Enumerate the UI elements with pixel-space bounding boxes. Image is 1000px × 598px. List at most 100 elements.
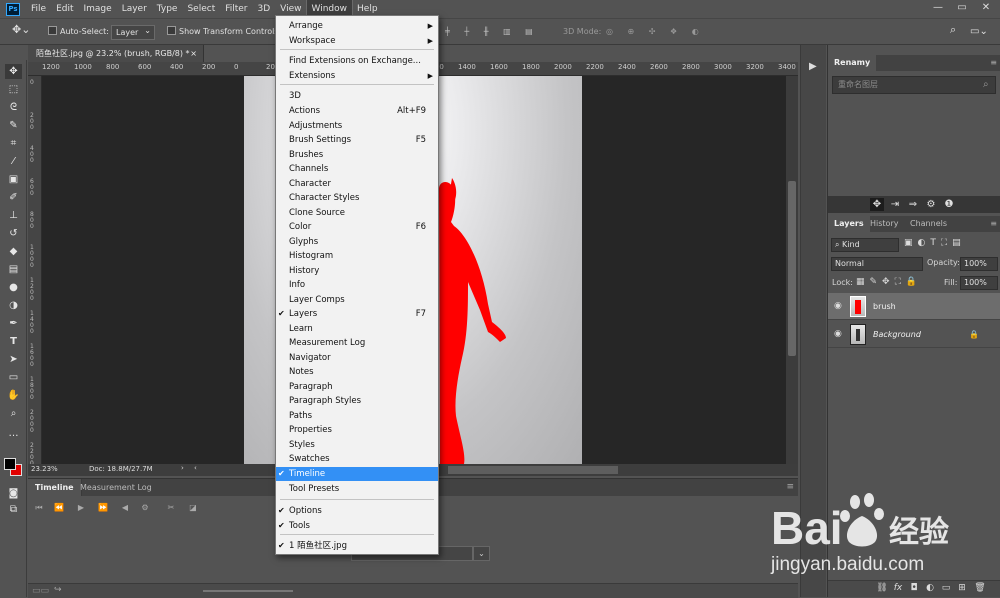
menu-type[interactable]: Type <box>152 0 183 18</box>
chevron-right-icon[interactable]: › <box>181 464 184 472</box>
menu-item-tools[interactable]: ✔ Tools <box>276 519 438 533</box>
menu-edit[interactable]: Edit <box>51 0 78 18</box>
menu-item-histogram[interactable]: Histogram <box>276 249 438 263</box>
panel-menu-icon[interactable]: ≡ <box>990 55 997 71</box>
info-icon[interactable]: ❶ <box>942 198 956 211</box>
menu-item-options[interactable]: ✔ Options <box>276 504 438 518</box>
brush-tool-icon[interactable]: ✐ <box>5 190 22 205</box>
next-frame-icon[interactable]: ⏩ <box>96 503 110 517</box>
play-icon[interactable]: ▶ <box>809 61 817 72</box>
close-button[interactable]: ✕ <box>974 0 998 18</box>
gear-icon[interactable]: ⚙ <box>924 198 938 211</box>
forward-icon[interactable]: ⇒ <box>906 198 920 211</box>
eye-icon[interactable]: ◉ <box>834 293 842 320</box>
zoom-slider[interactable] <box>203 590 293 592</box>
render-icon[interactable]: ↪ <box>54 585 62 595</box>
maximize-button[interactable]: ▭ <box>950 0 974 18</box>
search-icon[interactable]: ⌕ <box>983 79 989 90</box>
vertical-scrollbar[interactable] <box>786 76 798 464</box>
menu-file[interactable]: File <box>26 0 51 18</box>
new-layer-icon[interactable]: ⊞ <box>956 583 968 593</box>
layer-row-brush[interactable]: ◉ brush <box>828 293 1000 320</box>
menu-item-color[interactable]: Color F6 <box>276 220 438 234</box>
menu-item-1-jpg[interactable]: ✔ 1 陌鱼社区.jpg <box>276 539 438 553</box>
quick-mask-icon[interactable]: ◙ <box>5 486 22 501</box>
move-tool-icon[interactable]: ✥⌄ <box>12 23 30 37</box>
settings-icon[interactable]: ⚙ <box>138 503 152 517</box>
transition-icon[interactable]: ◪ <box>186 503 200 517</box>
menu-item-adjustments[interactable]: Adjustments <box>276 119 438 133</box>
menu-3d[interactable]: 3D <box>253 0 276 18</box>
split-icon[interactable]: ✂ <box>164 503 178 517</box>
layer-row-background[interactable]: ◉ Background 🔒 <box>828 321 1000 348</box>
scroll-left-icon[interactable]: ‹ <box>194 464 197 472</box>
auto-select-dropdown[interactable]: Layer <box>111 24 155 40</box>
layer-filter-kind[interactable]: ⌕ Kind <box>831 238 899 252</box>
menu-item-paragraph[interactable]: Paragraph <box>276 380 438 394</box>
search-icon[interactable]: ⌕ <box>950 23 956 37</box>
menu-item-glyphs[interactable]: Glyphs <box>276 235 438 249</box>
menu-item-history[interactable]: History <box>276 264 438 278</box>
crop-tool-icon[interactable]: ⌗ <box>5 136 22 151</box>
filter-icons[interactable]: ▣◐T⛶▤ <box>904 238 966 248</box>
gradient-tool-icon[interactable]: ▤ <box>5 262 22 277</box>
pen-tool-icon[interactable]: ✒ <box>5 316 22 331</box>
menu-item-brushes[interactable]: Brushes <box>276 148 438 162</box>
menu-item-tool-presets[interactable]: Tool Presets <box>276 482 438 496</box>
timeline-dropdown-arrow[interactable]: ⌄ <box>473 546 490 561</box>
document-tab[interactable]: 陌鱼社区.jpg @ 23.2% (brush, RGB/8) * × <box>28 45 204 62</box>
previous-frame-icon[interactable]: ⏪ <box>52 503 66 517</box>
rename-input[interactable]: 重命名图层 <box>832 76 996 94</box>
lasso-tool-icon[interactable]: ᘓ <box>5 100 22 115</box>
fill-input[interactable]: 100% <box>960 276 998 290</box>
marquee-tool-icon[interactable]: ⬚ <box>5 82 22 97</box>
align-icons[interactable]: ╪ ┼ ╫ ▥ ▤ <box>445 25 539 39</box>
audio-icon[interactable]: ◀ <box>118 503 132 517</box>
fx-icon[interactable]: fx <box>892 583 904 593</box>
foreground-color-swatch[interactable] <box>4 458 16 470</box>
panel-menu-icon[interactable]: ≡ <box>990 216 997 232</box>
menu-item-extensions[interactable]: Extensions ▶ <box>276 69 438 83</box>
stamp-tool-icon[interactable]: ⊥ <box>5 208 22 223</box>
more-tools-icon[interactable]: … <box>5 426 22 441</box>
tab-history[interactable]: History <box>864 216 904 232</box>
3d-mode-icons[interactable]: ◎ ⊕ ✣ ❖ ◐ <box>606 25 705 39</box>
type-tool-icon[interactable]: T <box>5 334 22 349</box>
link-icon[interactable]: ⛓ <box>876 583 888 593</box>
layer-name[interactable]: brush <box>873 293 896 320</box>
dodge-tool-icon[interactable]: ◑ <box>5 298 22 313</box>
menu-image[interactable]: Image <box>79 0 117 18</box>
move-icon[interactable]: ✥ <box>870 198 884 211</box>
menu-item-timeline[interactable]: ✔ Timeline <box>276 467 438 481</box>
menu-item-channels[interactable]: Channels <box>276 162 438 176</box>
menu-item-layer-comps[interactable]: Layer Comps <box>276 293 438 307</box>
show-transform-checkbox[interactable]: Show Transform Controls <box>167 25 279 39</box>
tab-renamy[interactable]: Renamy <box>828 55 877 71</box>
menu-item-clone-source[interactable]: Clone Source <box>276 206 438 220</box>
opacity-input[interactable]: 100% <box>960 257 998 271</box>
menu-item-measurement-log[interactable]: Measurement Log <box>276 336 438 350</box>
menu-item-character[interactable]: Character <box>276 177 438 191</box>
layer-name[interactable]: Background <box>873 321 921 348</box>
trash-icon[interactable]: 🗑 <box>974 583 986 593</box>
menu-item-swatches[interactable]: Swatches <box>276 452 438 466</box>
play-icon[interactable]: ▶ <box>74 503 88 517</box>
menu-item-properties[interactable]: Properties <box>276 423 438 437</box>
horizontal-scroll-thumb[interactable] <box>448 466 618 474</box>
tab-measurement-log[interactable]: Measurement Log <box>73 479 159 496</box>
mask-icon[interactable]: ◘ <box>908 583 920 593</box>
scroll-thumb[interactable] <box>788 181 796 356</box>
menu-item-workspace[interactable]: Workspace ▶ <box>276 34 438 48</box>
path-select-icon[interactable]: ➤ <box>5 352 22 367</box>
menu-item-3d[interactable]: 3D <box>276 89 438 103</box>
menu-item-navigator[interactable]: Navigator <box>276 351 438 365</box>
menu-item-arrange[interactable]: Arrange ▶ <box>276 19 438 33</box>
menu-item-actions[interactable]: Actions Alt+F9 <box>276 104 438 118</box>
menu-item-paths[interactable]: Paths <box>276 409 438 423</box>
arrow-right-icon[interactable]: ⇥ <box>888 198 902 211</box>
frame-icon[interactable]: ▭▭ <box>32 586 49 596</box>
group-icon[interactable]: ▭ <box>940 583 952 593</box>
menu-item-brush-settings[interactable]: Brush Settings F5 <box>276 133 438 147</box>
rectangle-tool-icon[interactable]: ▭ <box>5 370 22 385</box>
minimize-button[interactable]: — <box>926 0 950 18</box>
